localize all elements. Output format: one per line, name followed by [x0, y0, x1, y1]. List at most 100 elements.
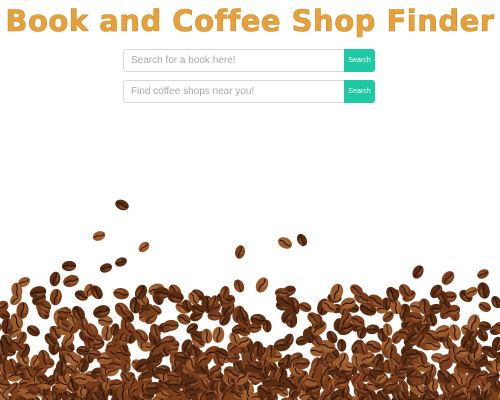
coffee-bean — [270, 383, 284, 394]
coffee-bean — [219, 378, 233, 394]
coffee-bean — [196, 391, 212, 400]
coffee-bean — [134, 358, 149, 373]
coffee-bean — [176, 372, 190, 388]
coffee-bean — [425, 339, 441, 351]
coffee-bean — [0, 305, 3, 317]
coffee-bean — [295, 377, 307, 391]
coffee-bean — [8, 382, 20, 395]
coffee-bean — [442, 386, 455, 400]
coffee-bean — [108, 379, 123, 390]
coffee-bean — [95, 394, 109, 400]
coffee-bean — [107, 358, 125, 370]
coffee-bean — [294, 357, 310, 370]
coffee-bean — [237, 375, 250, 391]
coffee-bean — [283, 354, 293, 368]
coffee-bean — [497, 388, 500, 400]
coffee-bean — [259, 361, 271, 376]
coffee-bean — [262, 319, 272, 333]
coffee-bean — [0, 378, 11, 390]
coffee-bean — [129, 296, 142, 314]
coffee-bean — [0, 342, 4, 359]
coffee-bean — [145, 354, 163, 368]
coffee-bean — [0, 318, 2, 333]
coffee-bean — [381, 336, 393, 351]
coffee-bean — [398, 284, 412, 298]
coffee-bean — [425, 387, 439, 400]
coffee-bean — [368, 294, 384, 308]
coffee-bean — [359, 302, 377, 316]
coffee-bean — [48, 390, 59, 400]
coffee-bean — [186, 363, 202, 376]
coffee-bean — [61, 260, 77, 272]
coffee-bean — [19, 385, 34, 399]
coffee-bean — [282, 285, 296, 297]
coffee-bean — [148, 329, 161, 346]
coffee-bean — [428, 303, 443, 314]
coffee-bean — [91, 367, 105, 378]
coffee-bean — [26, 325, 40, 337]
coffee-bean — [133, 329, 149, 344]
coffee-bean — [287, 393, 299, 400]
coffee-bean — [204, 301, 221, 315]
coffee-bean — [337, 338, 347, 352]
book-search-button[interactable]: Search — [344, 49, 375, 72]
coffee-bean — [219, 390, 231, 400]
coffee-bean — [105, 346, 118, 358]
coffee-bean — [106, 379, 119, 396]
coffee-bean — [351, 375, 364, 391]
coffee-bean — [339, 312, 352, 327]
coffee-search-input[interactable] — [123, 80, 344, 103]
coffee-bean — [134, 284, 148, 300]
coffee-bean — [151, 394, 166, 400]
coffee-bean — [236, 343, 248, 355]
coffee-bean — [399, 306, 411, 323]
coffee-bean — [88, 349, 102, 359]
coffee-bean — [274, 288, 289, 298]
coffee-bean — [41, 394, 55, 400]
coffee-bean — [414, 374, 429, 385]
coffee-search-button[interactable]: Search — [344, 80, 375, 103]
coffee-bean — [10, 385, 25, 398]
coffee-bean — [117, 341, 129, 353]
coffee-bean — [64, 350, 81, 366]
coffee-bean — [451, 384, 464, 396]
coffee-bean — [120, 308, 135, 323]
coffee-bean — [266, 344, 277, 359]
coffee-bean — [84, 370, 100, 383]
coffee-bean — [326, 346, 340, 359]
coffee-bean — [437, 327, 450, 343]
coffee-bean — [288, 384, 302, 399]
coffee-bean — [181, 339, 193, 353]
book-search-input[interactable] — [123, 49, 344, 72]
coffee-bean — [0, 339, 9, 356]
coffee-bean — [384, 379, 399, 391]
coffee-bean — [186, 323, 198, 334]
coffee-bean — [180, 389, 192, 400]
coffee-bean — [402, 290, 416, 302]
coffee-bean — [29, 286, 47, 299]
coffee-bean — [236, 308, 249, 323]
coffee-bean — [351, 343, 365, 359]
coffee-bean — [489, 323, 500, 336]
coffee-bean — [351, 320, 365, 332]
coffee-bean — [304, 381, 322, 396]
coffee-bean — [346, 396, 363, 400]
coffee-bean — [105, 365, 120, 377]
coffee-bean — [337, 382, 350, 399]
coffee-bean — [97, 315, 113, 327]
coffee-bean — [406, 375, 423, 387]
coffee-bean — [436, 290, 448, 303]
coffee-bean — [29, 367, 41, 383]
coffee-bean — [393, 364, 409, 376]
coffee-bean — [0, 361, 16, 374]
coffee-bean — [465, 370, 479, 387]
coffee-bean — [18, 343, 31, 359]
coffee-bean — [8, 325, 22, 338]
coffee-bean — [333, 318, 344, 332]
coffee-bean — [219, 294, 236, 308]
coffee-bean — [485, 371, 500, 383]
coffee-bean — [0, 395, 16, 400]
coffee-bean — [320, 361, 334, 377]
coffee-bean — [437, 375, 451, 385]
coffee-bean — [235, 245, 245, 259]
